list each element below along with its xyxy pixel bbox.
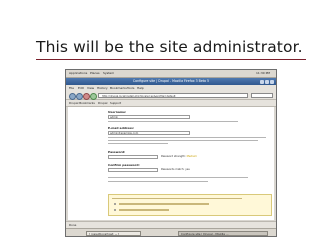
- bookmark-support[interactable]: Support: [110, 100, 121, 106]
- applications-menu[interactable]: Applications: [69, 70, 87, 77]
- confirm-password-field[interactable]: [108, 168, 158, 172]
- top-panel: Applications Places System 11:30 PM: [66, 70, 276, 78]
- taskbar-firefox[interactable]: Configure site | Drupal - Mozilla ...: [178, 230, 268, 236]
- email-field[interactable]: admin@example.com: [108, 131, 190, 135]
- password-help-line: [108, 177, 248, 179]
- bullet-icon: [114, 203, 116, 205]
- password-strength-label: Password strength:: [161, 155, 186, 158]
- panel-clock: 11:30 PM: [256, 71, 270, 75]
- password-label: Password:: [108, 150, 126, 154]
- passwords-match-value: yes: [185, 168, 190, 171]
- bookmark-drupal[interactable]: Drupal: [98, 100, 107, 106]
- password-field[interactable]: [108, 155, 158, 159]
- bookmarks-toolbar: Drupal Bookmarks Drupal Support: [66, 100, 276, 107]
- minimize-icon[interactable]: [260, 79, 264, 84]
- email-label: E-mail address:: [108, 126, 135, 130]
- taskbar-terminal[interactable]: [ rosie@localhost: ~ ]: [86, 230, 141, 236]
- username-label: Username:: [108, 110, 127, 114]
- username-field[interactable]: admin: [108, 115, 190, 119]
- bottom-taskbar: [ rosie@localhost: ~ ] Configure site | …: [66, 228, 276, 236]
- bullet-icon: [114, 209, 116, 211]
- username-help-line: [108, 121, 238, 123]
- email-help-line: [108, 143, 168, 145]
- screenshot-frame: Applications Places System 11:30 PM Conf…: [65, 69, 277, 237]
- close-icon[interactable]: [270, 79, 274, 84]
- system-menu[interactable]: System: [103, 70, 114, 77]
- forward-icon[interactable]: [76, 92, 83, 100]
- back-icon[interactable]: [69, 92, 76, 100]
- password-strength: Password strength: Medium: [161, 155, 197, 158]
- places-menu[interactable]: Places: [90, 70, 100, 77]
- stop-icon[interactable]: [83, 92, 90, 100]
- page-content: Username: admin E-mail address: admin@ex…: [68, 107, 274, 220]
- title-divider: [36, 59, 306, 60]
- password-help-line: [108, 181, 208, 183]
- home-icon[interactable]: [90, 92, 97, 100]
- slide-title: This will be the site administrator.: [36, 38, 303, 56]
- search-box[interactable]: [251, 92, 273, 98]
- passwords-match: Passwords match: yes: [161, 168, 190, 171]
- email-help-line: [108, 140, 258, 142]
- window-titlebar: Configure site | Drupal - Mozilla Firefo…: [66, 78, 276, 85]
- tips-text-line: [119, 203, 209, 205]
- status-bar: Done: [66, 221, 276, 228]
- email-help-line: [108, 137, 266, 139]
- url-bar[interactable]: http://drupal.local/install.php?locale=e…: [98, 92, 248, 98]
- password-strength-value: Medium: [186, 155, 197, 158]
- bookmark-drupal-bookmarks[interactable]: Drupal Bookmarks: [69, 100, 95, 106]
- confirm-password-label: Confirm password:: [108, 163, 140, 167]
- navigation-toolbar: http://drupal.local/install.php?locale=e…: [66, 91, 276, 100]
- tips-text-line: [119, 209, 169, 211]
- password-tips-box: [108, 194, 272, 216]
- tips-text-line: [112, 198, 242, 200]
- maximize-icon[interactable]: [265, 79, 269, 84]
- passwords-match-label: Passwords match:: [161, 168, 185, 171]
- window-title: Configure site | Drupal - Mozilla Firefo…: [132, 79, 210, 83]
